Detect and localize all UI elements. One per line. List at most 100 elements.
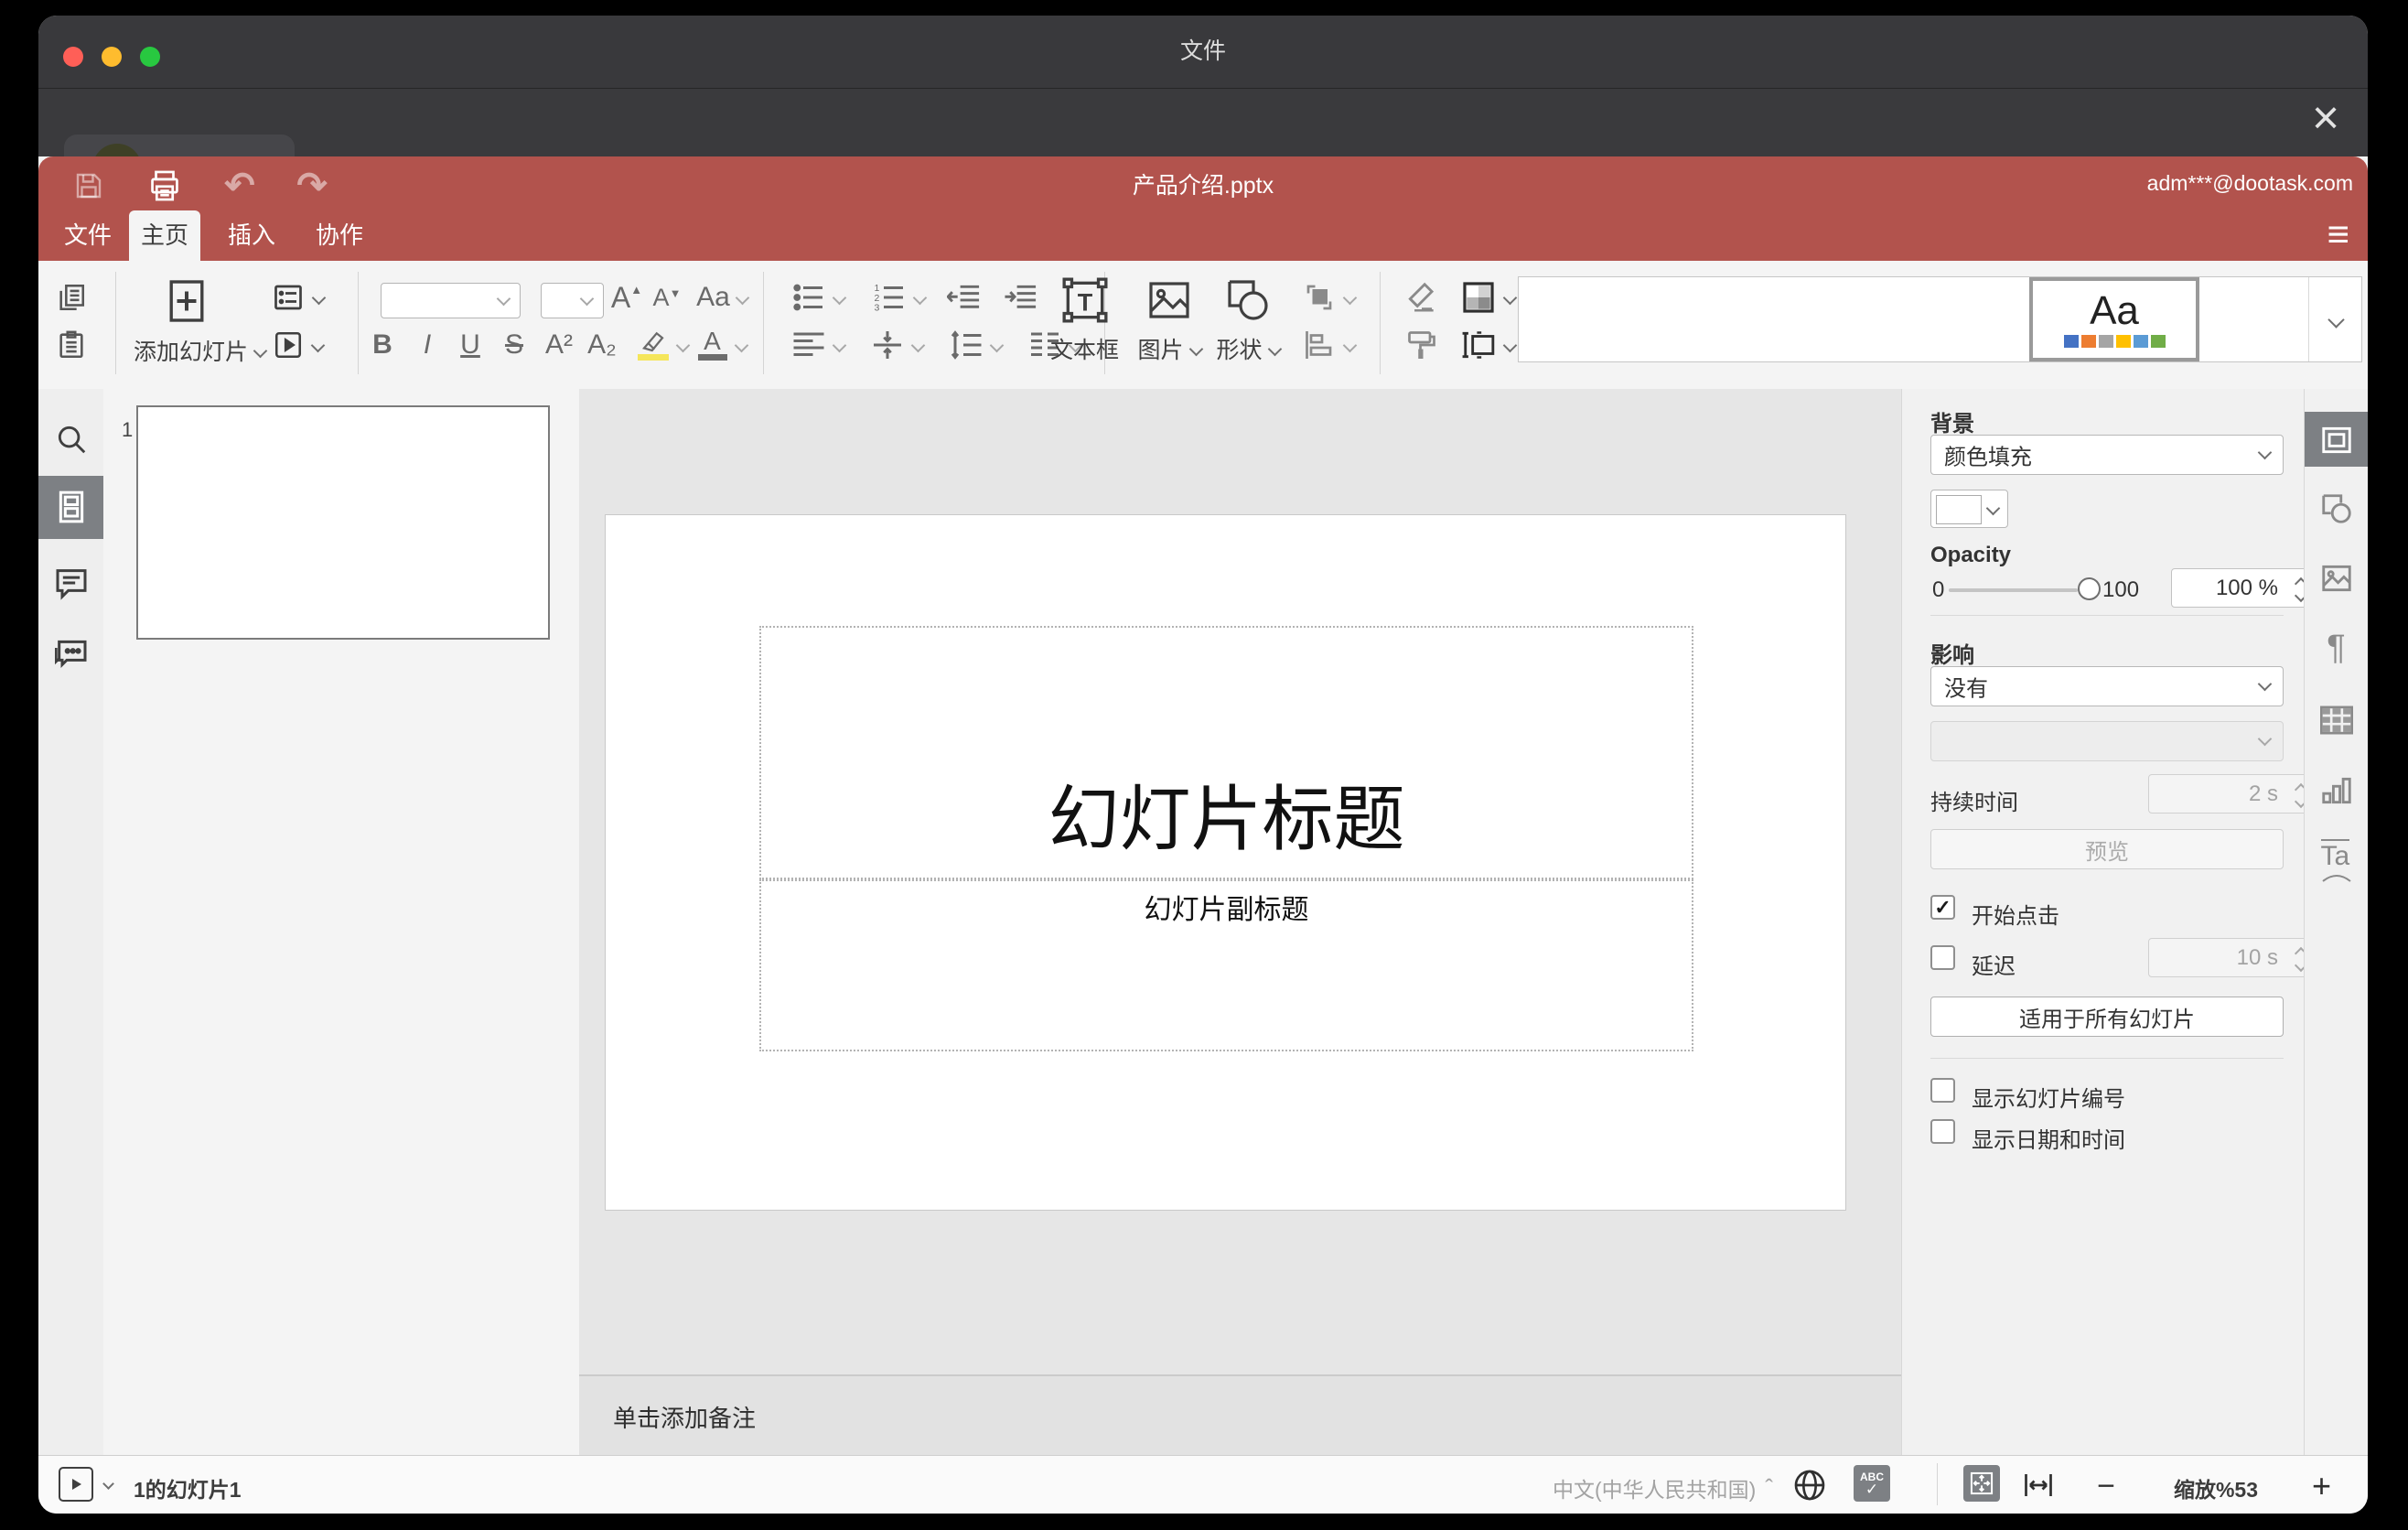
theme-gallery-expand-button[interactable]	[2308, 277, 2363, 361]
change-case-button[interactable]: Aa	[690, 277, 754, 318]
document-language-button[interactable]	[1791, 1467, 1828, 1503]
delay-checkbox[interactable]	[1930, 945, 1955, 970]
bullets-button[interactable]	[779, 277, 856, 318]
increment-font-button[interactable]: A ▲	[606, 277, 648, 318]
textart-settings-tab[interactable]: Ta	[2320, 839, 2352, 883]
slide-settings-tab-selected[interactable]	[2305, 412, 2368, 467]
start-preview-button[interactable]	[59, 1467, 93, 1502]
opacity-label: Opacity	[1930, 543, 2012, 567]
underline-button[interactable]: U	[452, 325, 489, 365]
fit-width-button[interactable]	[2022, 1469, 2055, 1502]
superscript-button[interactable]: A²	[539, 325, 579, 365]
opacity-slider-track[interactable]	[1949, 588, 2078, 592]
add-slide-icon	[169, 280, 204, 322]
globe-icon	[1794, 1470, 1825, 1501]
image-settings-tab[interactable]	[2319, 561, 2354, 600]
chat-button[interactable]	[53, 634, 90, 675]
apply-to-all-slides-button[interactable]: 适用于所有幻灯片	[1930, 997, 2284, 1037]
comments-button[interactable]	[53, 565, 90, 606]
font-color-button[interactable]: A	[690, 325, 754, 365]
textbox-label-button[interactable]: 文本框	[1041, 330, 1128, 367]
editor-header: ↶ ↷ 产品介绍.pptx adm***@dootask.com 文件 主页 插…	[38, 156, 2368, 261]
line-spacing-button[interactable]	[937, 325, 1014, 365]
document-title: 产品介绍.pptx	[1132, 173, 1274, 199]
chart-settings-tab[interactable]	[2319, 773, 2354, 813]
numbering-button[interactable]: 1 2 3	[860, 277, 937, 318]
background-fill-select[interactable]: 颜色填充	[1930, 435, 2284, 475]
decrement-font-button[interactable]: A ▼	[648, 277, 686, 318]
preview-button[interactable]: 预览	[1930, 829, 2284, 869]
clear-style-button[interactable]	[1394, 277, 1449, 318]
opacity-slider-thumb[interactable]	[2078, 577, 2101, 600]
subscript-button[interactable]: A₂	[582, 325, 622, 365]
slide-thumbnail[interactable]	[136, 405, 550, 640]
slides-panel-selected[interactable]	[38, 476, 103, 539]
fit-slide-button[interactable]	[1963, 1465, 2000, 1502]
increase-indent-button[interactable]	[995, 277, 1047, 318]
theme-palette	[2063, 335, 2166, 348]
strikeout-button[interactable]: S	[496, 325, 532, 365]
zoom-out-button[interactable]: −	[2097, 1469, 2115, 1504]
shape-button[interactable]	[1209, 272, 1286, 329]
start-slideshow-button[interactable]	[263, 325, 331, 365]
font-name-select[interactable]	[381, 283, 521, 318]
show-date-time-checkbox[interactable]	[1930, 1119, 1955, 1144]
color-scheme-button[interactable]	[1449, 277, 1526, 318]
opacity-spinner[interactable]: 100 %	[2171, 568, 2319, 608]
tab-insert[interactable]: 插入	[210, 210, 293, 261]
paste-button[interactable]	[51, 325, 91, 365]
theme-tile[interactable]	[1858, 277, 2030, 361]
spellcheck-button[interactable]: ABC ✓	[1854, 1465, 1890, 1502]
search-button[interactable]	[54, 422, 89, 461]
menu-icon[interactable]: ≡	[2327, 213, 2349, 255]
slide[interactable]: 幻灯片标题 幻灯片副标题	[605, 514, 1846, 1211]
delay-spinner[interactable]: 10 s	[2148, 938, 2319, 977]
align-shape-button[interactable]	[1288, 325, 1369, 365]
theme-tile[interactable]	[1688, 277, 1859, 361]
tab-file[interactable]: 文件	[48, 210, 128, 261]
start-on-click-checkbox[interactable]: ✓	[1930, 895, 1955, 920]
textbox-button[interactable]: T	[1041, 272, 1128, 329]
close-icon[interactable]: ×	[2298, 92, 2353, 147]
decrease-indent-button[interactable]	[939, 277, 990, 318]
arrange-shape-button[interactable]	[1288, 277, 1369, 318]
effect-option-select[interactable]	[1930, 721, 2284, 761]
paragraph-settings-tab[interactable]: ¶	[2327, 629, 2345, 668]
duration-spinner[interactable]: 2 s	[2148, 774, 2319, 813]
vertical-align-button[interactable]	[860, 325, 933, 365]
fill-color-picker[interactable]	[1930, 490, 2008, 528]
slide-layout-button[interactable]	[263, 277, 331, 318]
svg-text:T: T	[1077, 288, 1092, 316]
highlight-color-button[interactable]	[626, 325, 699, 365]
effect-select[interactable]: 没有	[1930, 666, 2284, 706]
font-size-select[interactable]	[541, 283, 604, 318]
tab-collaboration[interactable]: 协作	[298, 210, 381, 261]
title-placeholder[interactable]: 幻灯片标题	[759, 626, 1693, 879]
theme-tile[interactable]	[2199, 277, 2309, 361]
italic-button[interactable]: I	[409, 325, 446, 365]
shape-settings-tab[interactable]	[2319, 491, 2354, 531]
image-label-button[interactable]: 图片	[1129, 330, 1209, 367]
slide-size-button[interactable]	[1449, 325, 1526, 365]
preview-options-chevron[interactable]	[102, 1478, 114, 1490]
comments-icon	[56, 569, 86, 600]
horizontal-align-button[interactable]	[779, 325, 856, 365]
slideshow-icon	[274, 331, 301, 359]
add-slide-button[interactable]	[141, 274, 232, 329]
left-sidebar	[38, 389, 104, 1455]
shape-label-button[interactable]: 形状	[1208, 330, 1288, 367]
theme-tile[interactable]	[1519, 277, 1689, 361]
show-slide-number-label: 显示幻灯片编号	[1972, 1087, 2125, 1112]
table-settings-tab[interactable]	[2318, 704, 2355, 741]
bold-button[interactable]: B	[364, 325, 401, 365]
copy-style-button[interactable]	[1394, 325, 1449, 365]
theme-tile-selected[interactable]: Aa	[2029, 277, 2199, 361]
image-button[interactable]	[1133, 272, 1206, 329]
language-selector[interactable]: 中文(中华人民共和国) ˆ	[1553, 1472, 1773, 1503]
zoom-in-button[interactable]: +	[2312, 1467, 2331, 1505]
subtitle-placeholder[interactable]: 幻灯片副标题	[759, 879, 1693, 1051]
copy-button[interactable]	[51, 277, 91, 318]
tab-home[interactable]: 主页	[129, 210, 200, 261]
notes-area[interactable]: 单击添加备注	[579, 1374, 1901, 1455]
show-slide-number-checkbox[interactable]	[1930, 1078, 1955, 1103]
